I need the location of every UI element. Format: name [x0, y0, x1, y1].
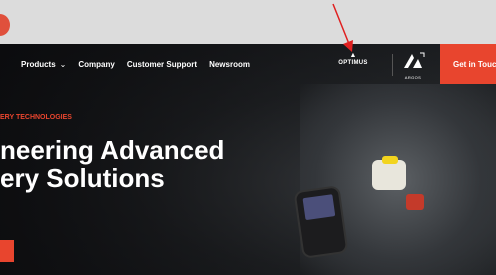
nav-item-products[interactable]: Products ⌄ — [21, 60, 66, 69]
nav-item-label: Newsroom — [209, 59, 250, 69]
hero-headline-line-2: ery Solutions — [0, 163, 165, 193]
nav-item-label: Customer Support — [126, 59, 198, 69]
nav-item-label: Company — [78, 59, 115, 69]
argos-label: ARGOS — [404, 75, 422, 80]
nav-item-newsroom[interactable]: Newsroom — [209, 60, 250, 69]
chevron-down-icon: ⌄ — [59, 59, 67, 69]
optimus-brand-link[interactable]: ▲ OPTIMUS — [336, 52, 370, 66]
argos-brand-link[interactable]: ARGOS — [398, 50, 428, 80]
hero-cta-button[interactable] — [0, 240, 14, 262]
nav-item-company[interactable]: Company — [78, 60, 114, 69]
engine-part-image — [406, 194, 424, 210]
browser-top-area — [0, 0, 496, 44]
nav-divider — [392, 54, 393, 76]
reservoir-cap-image — [382, 156, 398, 164]
diagnostic-device-image — [295, 187, 347, 257]
fluid-reservoir-image — [372, 160, 406, 190]
hero-section: Products ⌄ Company Customer Support News… — [0, 44, 496, 275]
nav-item-customer-support[interactable]: Customer Support — [127, 60, 197, 69]
optimus-logo-icon: ▲ — [349, 52, 357, 59]
device-screen — [302, 194, 336, 221]
get-in-touch-button[interactable]: Get in Touc — [440, 44, 496, 84]
argos-logo-icon — [404, 52, 425, 68]
optimus-label: OPTIMUS — [338, 60, 368, 66]
hero-headline-line-1: neering Advanced — [0, 135, 225, 165]
hero-headline: neering Advanced ery Solutions — [0, 136, 224, 192]
hero-tagline: ERY TECHNOLOGIES — [0, 114, 72, 121]
nav-item-label: Products — [21, 59, 56, 69]
nav-list: Products ⌄ Company Customer Support News… — [21, 60, 262, 69]
